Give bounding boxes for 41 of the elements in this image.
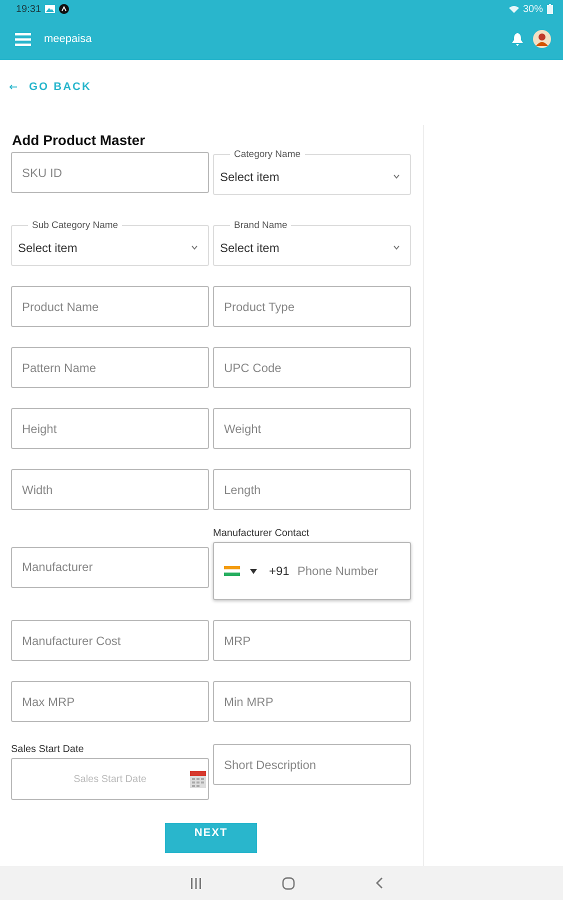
input-field[interactable]: UPC Code [213,347,411,388]
battery-level: 30% [522,4,543,14]
menu-icon[interactable] [15,32,31,46]
input-field[interactable]: Weight [213,408,411,449]
input-field[interactable]: Max MRP [11,681,209,722]
phone-number-input[interactable]: Phone Number [297,564,388,578]
app-icon [59,4,70,14]
input-field[interactable]: Length [213,469,411,510]
bell-icon[interactable] [512,32,523,46]
date-field[interactable]: Sales Start Date [11,758,209,800]
chevron-down-icon [393,174,400,179]
input-field[interactable]: Manufacturer Cost [11,620,209,661]
input-field[interactable]: Width [11,469,209,510]
input-field[interactable]: Manufacturer [11,546,209,588]
chevron-down-icon [393,245,400,250]
chevron-down-icon [191,245,198,250]
wifi-icon [508,5,519,13]
country-code: +91 [269,564,290,578]
status-time: 19:31 [16,4,42,14]
input-field[interactable]: Min MRP [213,681,411,722]
back-icon[interactable] [375,877,383,889]
recent-apps-icon[interactable] [190,878,202,888]
input-field[interactable]: MRP [213,620,411,661]
battery-icon [547,4,553,14]
input-field[interactable]: SKU ID [11,152,209,193]
arrow-left-icon [9,84,17,90]
input-field[interactable]: Short Description [213,744,411,785]
input-field[interactable]: Height [11,408,209,449]
avatar-icon[interactable] [533,30,551,48]
field-label: Sales Start Date [11,744,85,755]
calendar-icon[interactable] [190,770,206,788]
image-icon [45,5,56,13]
field-label: Manufacturer Contact [213,528,310,539]
home-icon[interactable] [282,876,295,890]
input-field[interactable]: Pattern Name [11,347,209,388]
form-title: Add Product Master [12,132,146,148]
app-title: meepaisa [44,33,92,45]
dropdown-triangle-icon[interactable] [250,568,257,574]
flag-icon[interactable] [224,566,240,576]
input-field[interactable]: Product Name [11,286,209,327]
input-field[interactable]: Product Type [213,286,411,327]
